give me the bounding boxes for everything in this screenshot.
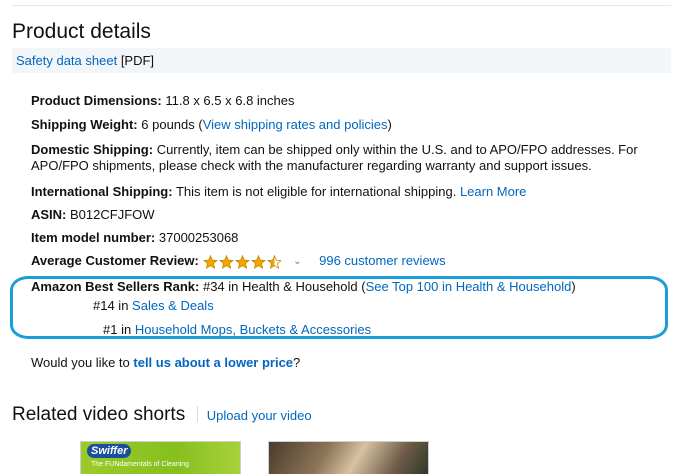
item-model-row: Item model number: 37000253068 [31,230,238,246]
video-thumbnail-1[interactable]: Swiffer The FUNdamentals of Cleaning [80,441,241,474]
best-sellers-rank-suffix: ) [571,279,576,294]
related-videos-heading: Related video shorts Upload your video [12,402,312,429]
lower-price-prefix: Would you like to [31,355,130,370]
international-shipping-label: International Shipping: [31,184,173,199]
video-thumbnail-2[interactable] [268,441,429,474]
shipping-weight-row: Shipping Weight: 6 pounds (View shipping… [31,117,392,133]
star-2-icon [219,255,235,270]
swiffer-logo: Swiffer [87,444,132,458]
star-3-icon [235,255,251,270]
chevron-down-icon[interactable]: ⌄ [293,254,301,270]
international-shipping-value: This item is not eligible for internatio… [175,184,457,199]
item-model-value: 37000253068 [158,230,239,245]
safety-data-sheet-link[interactable]: Safety data sheet [16,53,117,68]
item-model-label: Item model number: [31,230,156,245]
shipping-weight-suffix: ) [387,117,392,132]
star-1-icon [203,255,219,270]
household-mops-link[interactable]: Household Mops, Buckets & Accessories [135,322,371,337]
lower-price-suffix: ? [293,355,301,370]
product-details-heading: Product details [12,20,151,43]
star-4-icon [251,255,267,270]
shipping-rates-link[interactable]: View shipping rates and policies [203,117,388,132]
section-divider [12,5,671,6]
product-dimensions-value: 11.8 x 6.5 x 6.8 inches [165,93,295,108]
rank-sub-row-1: #14 in Sales & Deals [93,298,214,314]
sales-deals-link[interactable]: Sales & Deals [132,298,214,313]
lower-price-row: Would you like to tell us about a lower … [31,355,300,371]
rank-sub-1-position: #14 in [93,298,129,313]
asin-value: B012CFJFOW [70,207,155,222]
shipping-weight-label: Shipping Weight: [31,117,138,132]
domestic-shipping-label: Domestic Shipping: [31,142,154,157]
average-review-label: Average Customer Review: [31,253,199,268]
learn-more-link[interactable]: Learn More [460,184,526,199]
asin-label: ASIN: [31,207,67,222]
shipping-weight-value: 6 pounds ( [141,117,203,132]
related-videos-title: Related video shorts [12,404,186,425]
average-review-row: Average Customer Review: ⌄ 996 customer … [31,253,446,271]
upload-video-link[interactable]: Upload your video [207,408,312,423]
best-sellers-rank-main: #34 in Health & Household ( [202,279,366,294]
domestic-shipping-row: Domestic Shipping: Currently, item can b… [31,142,681,176]
asin-row: ASIN: B012CFJFOW [31,207,155,223]
international-shipping-row: International Shipping: This item is not… [31,184,526,200]
heading-divider [196,406,198,422]
video-1-caption: The FUNdamentals of Cleaning [91,461,190,468]
safety-data-sheet-bar: Safety data sheet [PDF] [12,48,671,73]
best-sellers-rank-row: Amazon Best Sellers Rank: #34 in Health … [31,279,576,295]
rank-sub-2-position: #1 in [103,322,132,337]
product-dimensions-row: Product Dimensions: 11.8 x 6.5 x 6.8 inc… [31,93,295,109]
pdf-label: [PDF] [120,53,155,68]
lower-price-link[interactable]: tell us about a lower price [133,355,293,370]
rank-sub-row-2: #1 in Household Mops, Buckets & Accessor… [103,322,371,338]
product-dimensions-label: Product Dimensions: [31,93,162,108]
best-sellers-rank-label: Amazon Best Sellers Rank: [31,279,200,294]
see-top-100-link[interactable]: See Top 100 in Health & Household [366,279,572,294]
star-rating-icon[interactable] [203,255,282,271]
stars-svg [203,255,282,270]
star-5-half-icon [267,255,282,270]
customer-reviews-link[interactable]: 996 customer reviews [319,253,445,268]
